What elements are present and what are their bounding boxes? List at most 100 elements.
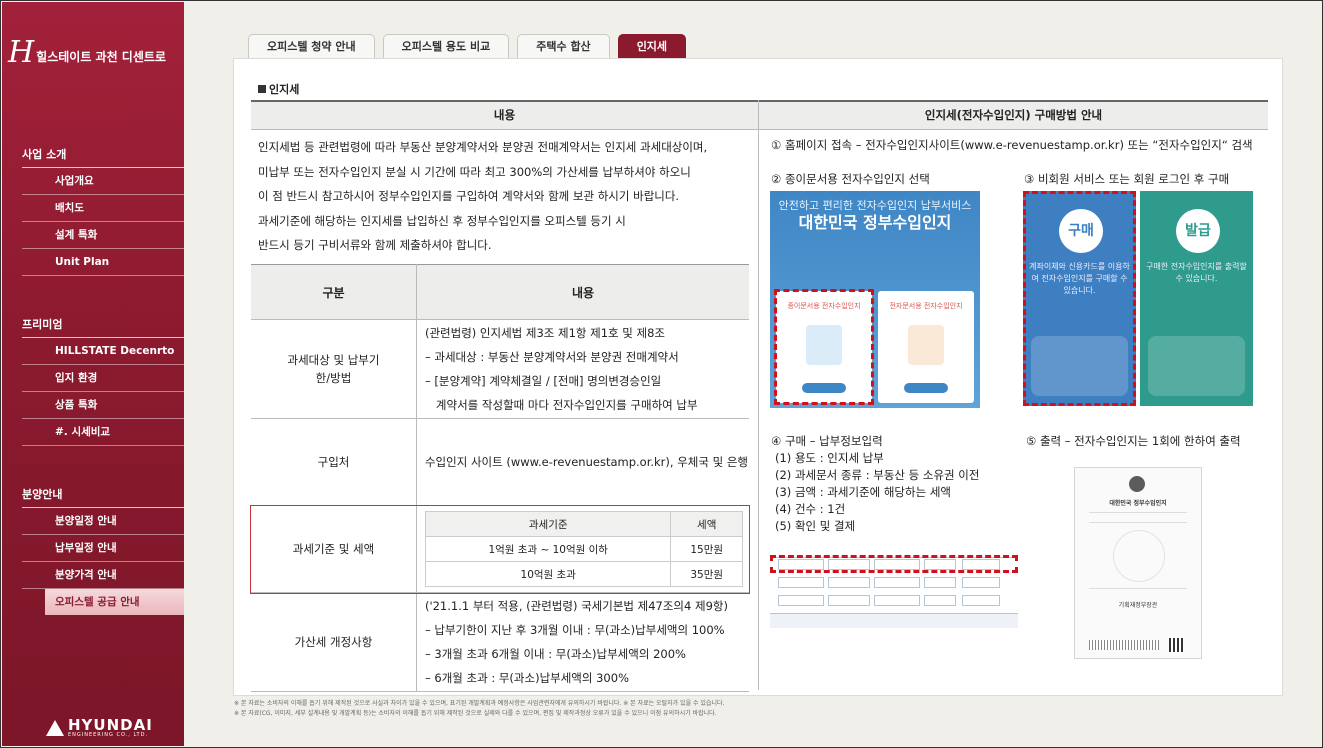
tax-rate-row: 1억원 초과 ~ 10억원 이하 15만원 [424, 536, 743, 562]
content-panel: 인지세 내용 인지세(전자수입인지) 구매방법 안내 인지세법 등 관련법령에 … [233, 58, 1283, 696]
tax-rate-header: 과세기준 [424, 511, 672, 537]
sidebar-item-design[interactable]: 설계 특화 [22, 222, 184, 249]
tab-officetel-subscription[interactable]: 오피스텔 청약 안내 [248, 34, 375, 59]
form-select[interactable] [778, 595, 824, 606]
electronic-stamp-card[interactable]: 전자문서용 전자수입인지 [878, 291, 974, 403]
left-column-header: 내용 [251, 100, 758, 130]
row-content: 수입인지 사이트 (www.e-revenuestamp.or.kr), 우체국… [416, 418, 749, 506]
step4-line: (2) 과세문서 종류 : 부동산 등 소유권 이전 [775, 468, 980, 482]
sidebar-item-location[interactable]: 입지 환경 [22, 365, 184, 392]
row-label: 가산세 개정사항 [251, 592, 417, 692]
step3-text: ③ 비회원 서비스 또는 회원 로그인 후 구매 [1024, 172, 1230, 186]
brand-logo-mark: H [8, 35, 35, 70]
issue-circle: 발급 [1176, 209, 1220, 253]
revenue-stamp-site-screenshot: 안전하고 편리한 전자수입인지 납부서비스 대한민국 정부수입인지 종이문서용 … [770, 191, 980, 408]
step4-line: (4) 건수 : 1건 [775, 502, 846, 516]
brand-logo[interactable]: H 힐스테이트 과천 디센트로 [8, 38, 166, 68]
form-row [770, 575, 1018, 589]
tax-rate-table: 과세기준 세액 1억원 초과 ~ 10억원 이하 15만원 10억원 초과 35… [424, 511, 743, 587]
form-input[interactable] [924, 595, 956, 606]
table-row: 과세대상 및 납부기한/방법 (관련법령) 인지세법 제3조 제1항 제1호 및… [251, 319, 749, 419]
menu-section-business: 사업 소개 사업개요 배치도 설계 특화 Unit Plan [22, 146, 184, 276]
site-title: 대한민국 정부수입인지 [798, 213, 952, 232]
right-column-header: 인지세(전자수입인지) 구매방법 안내 [759, 100, 1268, 130]
content-line: – 3개월 초과 6개월 이내 : 무(과소)납부세액의 200% [424, 647, 686, 661]
section-title: 인지세 [258, 81, 299, 97]
menu-section-title[interactable]: 사업 소개 [22, 146, 184, 168]
table-header-content: 내용 [416, 264, 749, 320]
square-bullet-icon [258, 85, 266, 93]
menu-section-title[interactable]: 분양안내 [22, 486, 184, 508]
intro-line: 과세기준에 해당하는 인지세를 납입하신 후 정부수입인지를 오피스텔 등기 시 [258, 213, 626, 228]
section-title-text: 인지세 [269, 83, 300, 96]
tab-stamp-duty[interactable]: 인지세 [617, 34, 687, 59]
watermark-seal-icon [1113, 530, 1165, 582]
step5-text: ⑤ 출력 – 전자수입인지는 1회에 한하여 출력 [1026, 434, 1241, 448]
form-select[interactable] [828, 595, 870, 606]
menu-section-title[interactable]: 프리미엄 [22, 316, 184, 338]
table-row: 가산세 개정사항 ('21.1.1 부터 적용, (관련법령) 국세기본법 제4… [251, 592, 749, 692]
step1-text: ① 홈페이지 접속 – 전자수입인지사이트(www.e-revenuestamp… [771, 138, 1253, 152]
tab-officetel-usage[interactable]: 오피스텔 용도 비교 [382, 34, 510, 59]
form-select[interactable] [778, 577, 824, 588]
form-input[interactable] [874, 595, 920, 606]
sidebar-item-officetel-supply[interactable]: 오피스텔 공급 안내 [45, 589, 184, 615]
purchase-issue-screenshot: 구매 계좌이체와 신용카드를 이용하여 전자수입인지를 구매할 수 있습니다. … [1023, 191, 1253, 406]
form-input[interactable] [962, 577, 1000, 588]
sidebar: H 힐스테이트 과천 디센트로 사업 소개 사업개요 배치도 설계 특화 Uni… [2, 2, 184, 746]
row-label: 과세대상 및 납부기한/방법 [251, 319, 417, 419]
sidebar-item-schedule[interactable]: 분양일정 안내 [22, 508, 184, 535]
content-line: – [분양계약] 계약체결일 / [전매] 명의변경승인일 [424, 374, 662, 388]
tax-rate-cell: 35만원 [670, 561, 743, 587]
tax-rate-row: 10억원 초과 35만원 [424, 561, 743, 587]
select-pill-icon [904, 383, 948, 393]
table-row: 구입처 수입인지 사이트 (www.e-revenuestamp.or.kr),… [251, 418, 749, 506]
step4-line: (1) 용도 : 인지세 납부 [775, 451, 884, 465]
form-select[interactable] [828, 577, 870, 588]
sidebar-item-price[interactable]: 분양가격 안내 [22, 562, 184, 589]
sidebar-item-payment[interactable]: 납부일정 안내 [22, 535, 184, 562]
hyundai-logo-text: HYUNDAI [68, 716, 153, 734]
row-label: 구입처 [251, 418, 417, 506]
footnote: ※ 본 자료(CG, 이미지, 세부 설계내용 및 개발계획 등)는 소비자의 … [234, 710, 717, 717]
tab-bar: 오피스텔 청약 안내 오피스텔 용도 비교 주택수 합산 인지세 [248, 34, 687, 59]
form-row [770, 593, 1018, 607]
tab-house-count[interactable]: 주택수 합산 [517, 34, 610, 59]
step4-line: (5) 확인 및 결제 [775, 519, 856, 533]
row-content: ('21.1.1 부터 적용, (관련법령) 국세기본법 제47조의4 제9항)… [416, 592, 749, 692]
footnote: ※ 본 자료는 소비자의 이해를 돕기 위해 제작된 것으로 사실과 차이가 있… [234, 700, 725, 707]
row-label: 과세기준 및 세액 [251, 505, 417, 593]
step2-text: ② 종이문서용 전자수입인지 선택 [771, 172, 930, 186]
printed-stamp-screenshot: 대한민국 정부수입인지 기획재정부장관 [1074, 467, 1202, 659]
highlight-box [774, 289, 874, 405]
tax-rate-header-row: 과세기준 세액 [424, 511, 743, 537]
stamp-duty-table: 구분 내용 과세대상 및 납부기한/방법 (관련법령) 인지세법 제3조 제1항… [250, 264, 750, 692]
intro-line: 미납부 또는 전자수입인지 분실 시 기간에 따라 최고 300%의 가산세를 … [258, 164, 691, 179]
intro-text: 인지세법 등 관련법령에 따라 부동산 분양계약서와 분양권 전매계약서는 인지… [258, 135, 748, 258]
form-input[interactable] [874, 577, 920, 588]
issue-panel[interactable]: 발급 구매한 전자수입인지를 출력할 수 있습니다. [1140, 191, 1253, 406]
content-line: 수입인지 사이트 (www.e-revenuestamp.or.kr), 우체국… [424, 455, 748, 469]
intro-line: 인지세법 등 관련법령에 따라 부동산 분양계약서와 분양권 전매계약서는 인지… [258, 140, 708, 154]
form-input[interactable] [962, 595, 1000, 606]
hyundai-logo-subtext: ENGINEERING CO., LTD. [68, 732, 149, 738]
sidebar-item-site-plan[interactable]: 배치도 [22, 195, 184, 222]
step4-line: (3) 금액 : 과세기준에 해당하는 세액 [775, 485, 951, 499]
table-header-row: 구분 내용 [251, 264, 749, 320]
content-line: – 6개월 초과 : 무(과소)납부세액의 300% [424, 671, 629, 685]
divider [1089, 512, 1187, 513]
row-content: 과세기준 세액 1억원 초과 ~ 10억원 이하 15만원 10억원 초과 35… [416, 505, 749, 593]
step4-title: ④ 구매 – 납부정보입력 [771, 434, 883, 448]
menu-section-sales: 분양안내 분양일정 안내 납부일정 안내 분양가격 안내 오피스텔 공급 안내 [22, 486, 184, 615]
sidebar-item-price-compare[interactable]: #. 시세비교 [22, 419, 184, 446]
form-input[interactable] [924, 577, 956, 588]
row-label-text: 과세대상 및 납부기한/방법 [287, 353, 380, 385]
column-divider [758, 100, 759, 690]
sidebar-item-product[interactable]: 상품 특화 [22, 392, 184, 419]
sidebar-item-overview[interactable]: 사업개요 [22, 168, 184, 195]
sidebar-item-hillstate[interactable]: HILLSTATE Decenrto [22, 338, 184, 365]
table-header-category: 구분 [251, 264, 417, 320]
highlight-box [1023, 191, 1136, 406]
sidebar-item-unit-plan[interactable]: Unit Plan [22, 249, 184, 276]
content-line: – 과세대상 : 부동산 분양계약서와 분양권 전매계약서 [424, 350, 679, 364]
